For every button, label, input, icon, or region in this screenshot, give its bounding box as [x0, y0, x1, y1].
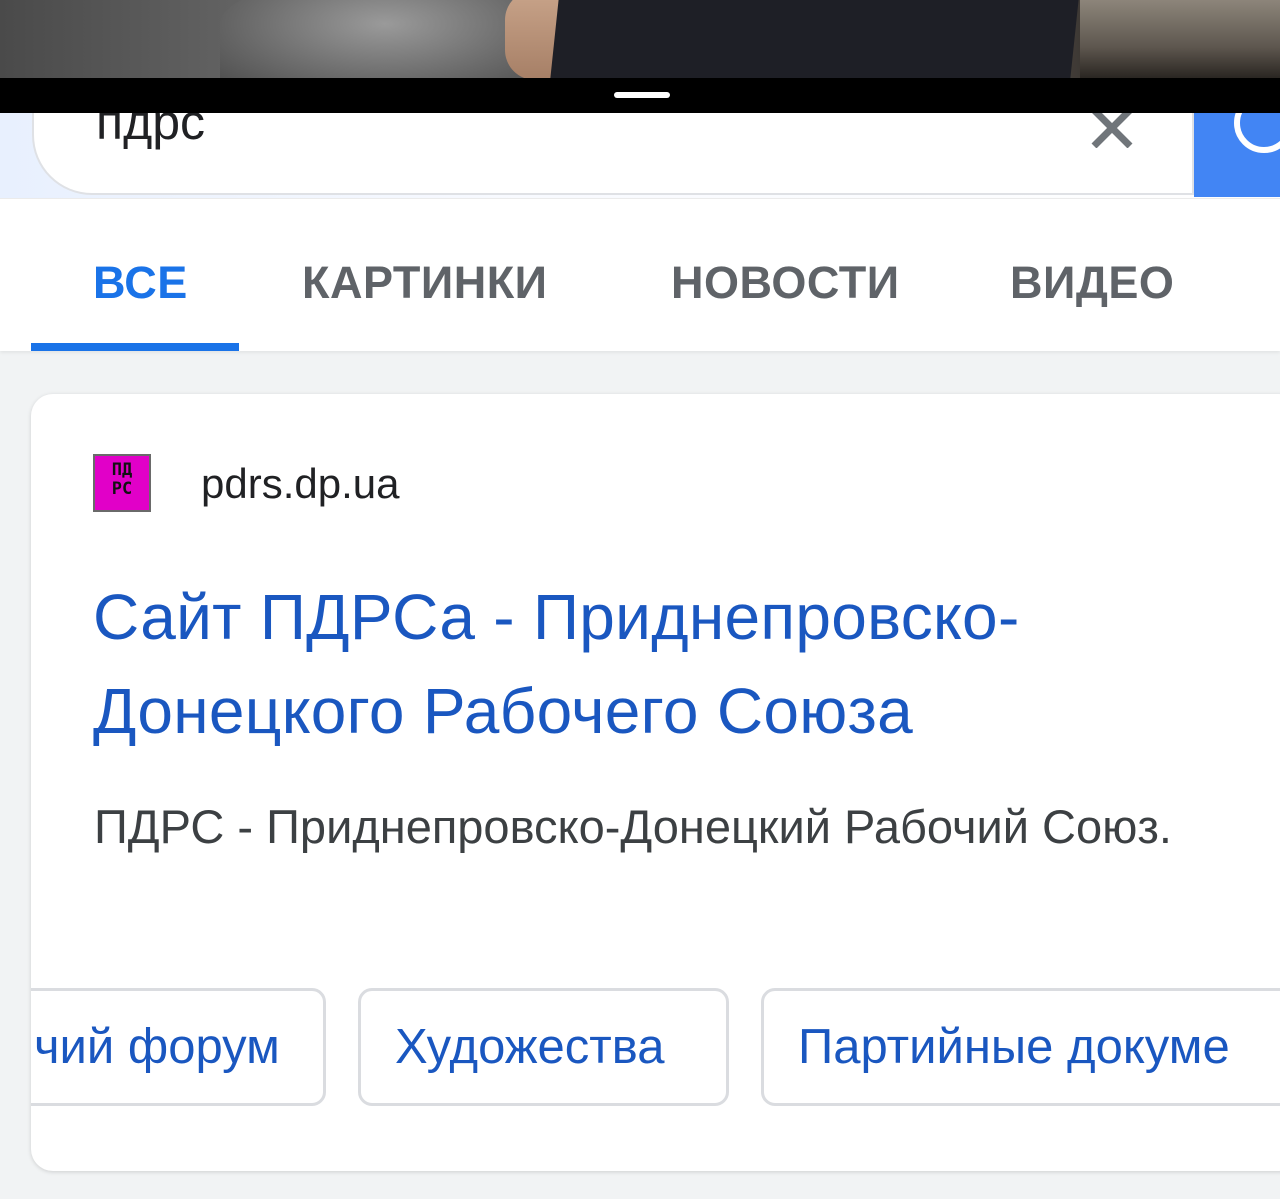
result-snippet: ПДРС - Приднепровско-Донецкий Рабочий Со… [94, 800, 1172, 853]
clear-icon[interactable] [1088, 107, 1136, 149]
result-title-link[interactable]: Сайт ПДРСа - Приднепровско-Донецкого Раб… [93, 570, 1153, 758]
sitelink-chip[interactable]: чий форум [31, 988, 326, 1106]
tab-news[interactable]: НОВОСТИ [671, 257, 900, 309]
result-site-url[interactable]: pdrs.dp.ua [201, 460, 399, 508]
divider-handle[interactable] [614, 92, 670, 98]
tab-bar: ВСЕ КАРТИНКИ НОВОСТИ ВИДЕО [0, 198, 1280, 351]
sitelink-chip[interactable]: Партийные докуме [761, 988, 1280, 1106]
sitelink-chip-label: Партийные докуме [798, 1020, 1230, 1074]
sitelink-chip-label: Художества [395, 1020, 665, 1074]
photo-laptop [550, 0, 1080, 78]
favicon-text-bottom: РС [111, 479, 133, 499]
tab-video[interactable]: ВИДЕО [1010, 257, 1174, 309]
search-result-card: ПД РС pdrs.dp.ua Сайт ПДРСа - Приднепров… [31, 394, 1280, 1171]
search-button[interactable] [1194, 113, 1280, 197]
background-photo [0, 0, 1280, 78]
favicon-text-top: ПД [111, 460, 133, 480]
active-tab-indicator [31, 343, 239, 351]
sitelink-chip[interactable]: Художества [358, 988, 729, 1106]
sitelink-chips: чий форум Художества Партийные докуме [31, 988, 1280, 1110]
search-icon [1234, 113, 1280, 153]
tab-images[interactable]: КАРТИНКИ [302, 257, 548, 309]
photo-sleeve [220, 0, 550, 78]
photo-background [1080, 0, 1280, 78]
site-favicon: ПД РС [93, 454, 151, 512]
tab-all[interactable]: ВСЕ [93, 257, 188, 309]
sitelink-chip-label: чий форум [34, 1020, 280, 1074]
